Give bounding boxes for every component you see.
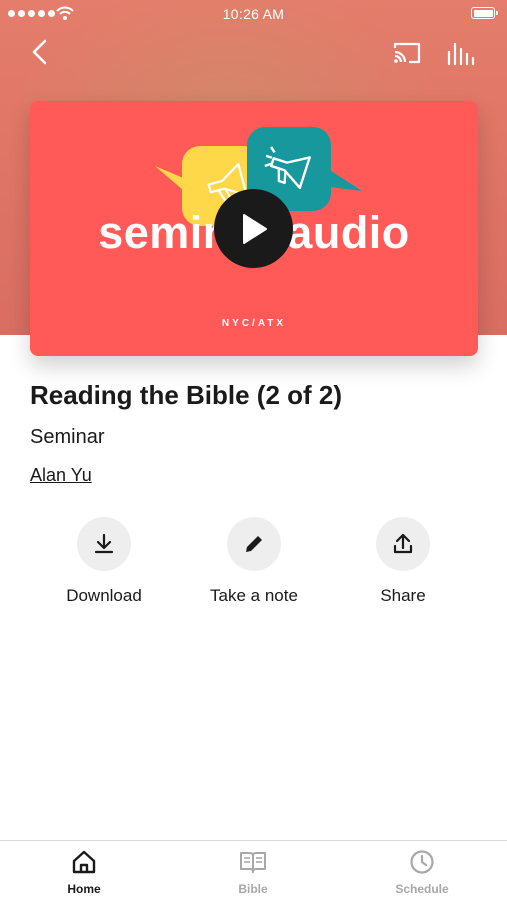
episode-category: Seminar xyxy=(30,426,105,448)
download-icon-circle xyxy=(77,517,131,571)
cast-button[interactable] xyxy=(392,40,422,66)
chevron-left-icon xyxy=(32,39,47,65)
download-button[interactable]: Download xyxy=(34,517,174,606)
home-icon xyxy=(72,850,96,874)
battery-icon xyxy=(471,7,498,19)
tab-bible[interactable]: Bible xyxy=(193,849,313,896)
equalizer-button[interactable] xyxy=(446,40,476,66)
tab-schedule-label: Schedule xyxy=(395,882,449,896)
equalizer-icon xyxy=(447,42,475,66)
share-icon xyxy=(393,533,413,554)
tab-home-label: Home xyxy=(67,882,101,896)
tab-bible-label: Bible xyxy=(238,882,268,896)
play-button[interactable] xyxy=(214,189,293,268)
pencil-icon xyxy=(246,536,262,552)
share-label: Share xyxy=(380,586,426,605)
tab-schedule[interactable]: Schedule xyxy=(362,849,482,896)
take-note-button[interactable]: Take a note xyxy=(184,517,324,606)
back-button[interactable] xyxy=(28,38,52,66)
speaker-link[interactable]: Alan Yu xyxy=(30,465,92,486)
episode-title: Reading the Bible (2 of 2) xyxy=(30,380,343,410)
play-icon xyxy=(242,213,267,244)
book-icon xyxy=(240,852,266,873)
cast-icon xyxy=(393,42,421,64)
download-icon xyxy=(94,533,114,554)
artwork-subtitle: NYC/ATX xyxy=(221,318,287,329)
tab-bar: Home Bible Schedule xyxy=(0,840,507,901)
take-note-label: Take a note xyxy=(210,586,298,605)
battery-level xyxy=(473,9,493,17)
clock-icon xyxy=(410,850,434,874)
status-time: 10:26 AM xyxy=(222,6,285,22)
status-bar: 10:26 AM xyxy=(0,0,507,28)
tab-home[interactable]: Home xyxy=(24,849,144,896)
share-button[interactable]: Share xyxy=(333,517,473,606)
share-icon-circle xyxy=(376,517,430,571)
download-label: Download xyxy=(66,586,142,605)
take-note-icon-circle xyxy=(227,517,281,571)
